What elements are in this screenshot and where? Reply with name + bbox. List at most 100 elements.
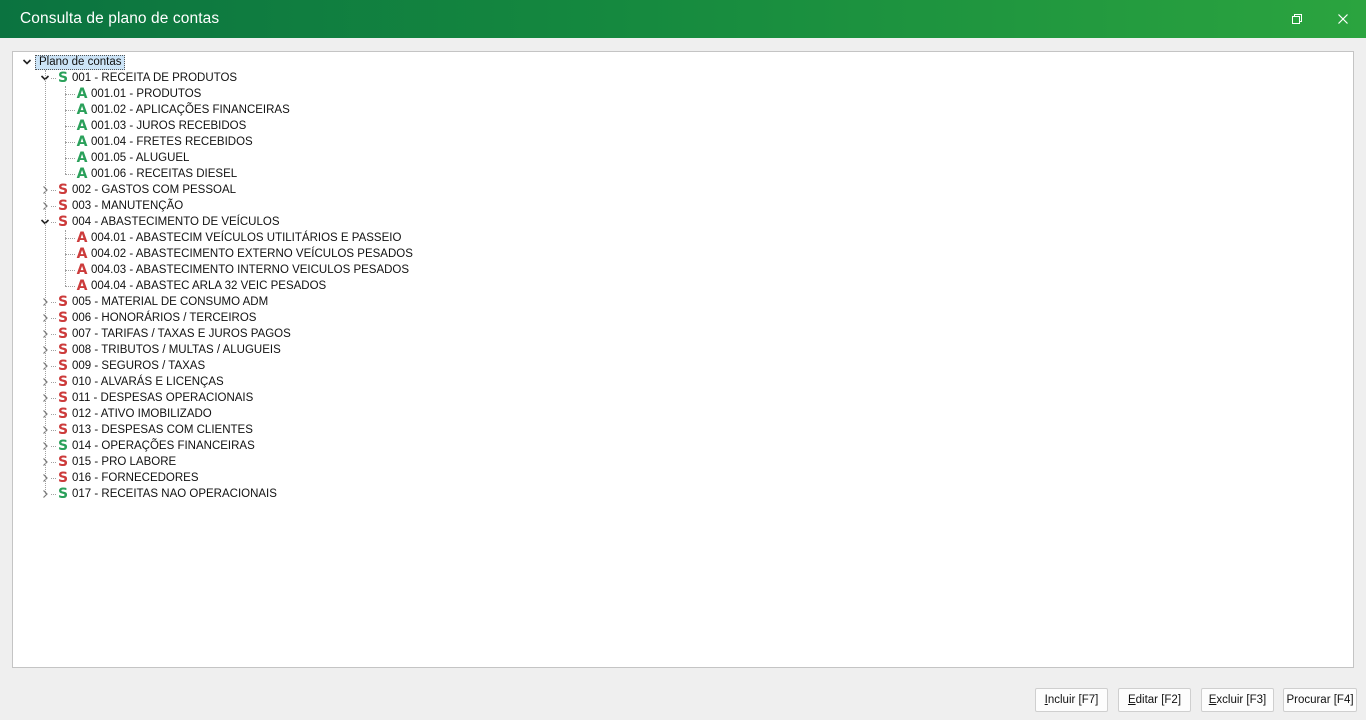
tree-group-item[interactable]: S 007 - TARIFAS / TAXAS E JUROS PAGOS xyxy=(13,326,613,342)
tree-connector xyxy=(51,478,56,479)
tree-group-label: 011 - DESPESAS OPERACIONAIS xyxy=(72,392,254,404)
tree-group-item[interactable]: S 006 - HONORÁRIOS / TERCEIROS xyxy=(13,310,613,326)
tree-child-content: A 004.04 - ABASTEC ARLA 32 VEIC PESADOS xyxy=(76,278,327,294)
tree-connector xyxy=(51,302,56,303)
tree-group-item[interactable]: S 017 - RECEITAS NAO OPERACIONAIS xyxy=(13,486,613,502)
tree-connector xyxy=(51,398,56,399)
tree-group-label: 007 - TARIFAS / TAXAS E JUROS PAGOS xyxy=(72,328,291,340)
tree-group-label: 014 - OPERAÇÕES FINANCEIRAS xyxy=(72,440,255,452)
tree-child-content: A 004.02 - ABASTECIMENTO EXTERNO VEÍCULOS… xyxy=(76,246,413,262)
close-icon xyxy=(1338,14,1348,24)
tree-group-label: 015 - PRO LABORE xyxy=(72,456,177,468)
tree-connector xyxy=(65,230,66,286)
tree-group-content: S 007 - TARIFAS / TAXAS E JUROS PAGOS xyxy=(57,326,291,342)
tree-group-content: S 017 - RECEITAS NAO OPERACIONAIS xyxy=(57,486,277,502)
procurar-label: Procurar [F4] xyxy=(1286,694,1354,706)
tree-group-content: S 006 - HONORÁRIOS / TERCEIROS xyxy=(57,310,257,326)
editar-mnemonic: E xyxy=(1127,694,1136,706)
tree-child-item[interactable]: A 004.01 - ABASTECIM VEÍCULOS UTILITÁRIOS… xyxy=(13,230,613,246)
procurar-button[interactable]: Procurar [F4] xyxy=(1283,688,1357,712)
tree-connector xyxy=(51,494,56,495)
tree-connector xyxy=(51,190,56,191)
tree-child-item[interactable]: A 001.06 - RECEITAS DIESEL xyxy=(13,166,613,182)
tree-connector xyxy=(51,382,56,383)
tree-group-item[interactable]: S 012 - ATIVO IMOBILIZADO xyxy=(13,406,613,422)
incluir-label: ncluir [F7] xyxy=(1047,694,1099,706)
tree-group-item[interactable]: S 009 - SEGUROS / TAXAS xyxy=(13,358,613,374)
tree-connector xyxy=(51,78,56,79)
editar-button[interactable]: Editar [F2] xyxy=(1118,688,1191,712)
window-title: Consulta de plano de contas xyxy=(20,10,220,27)
tree-connector xyxy=(51,222,56,223)
tree-connector xyxy=(51,318,56,319)
tree-group-item[interactable]: S 002 - GASTOS COM PESSOAL xyxy=(13,182,613,198)
analytic-account-icon: A xyxy=(76,118,88,134)
tree-connector xyxy=(65,158,75,159)
tree-group-item[interactable]: S 013 - DESPESAS COM CLIENTES xyxy=(13,422,613,438)
synthetic-account-icon: S xyxy=(57,358,69,374)
tree-child-item[interactable]: A 001.03 - JUROS RECEBIDOS xyxy=(13,118,613,134)
tree-child-item[interactable]: A 001.02 - APLICAÇÕES FINANCEIRAS xyxy=(13,102,613,118)
tree-root-label: Plano de contas xyxy=(35,55,126,70)
tree-group-item[interactable]: S 008 - TRIBUTOS / MULTAS / ALUGUEIS xyxy=(13,342,613,358)
synthetic-account-icon: S xyxy=(57,374,69,390)
synthetic-account-icon: S xyxy=(57,198,69,214)
analytic-account-icon: A xyxy=(76,278,88,294)
tree-connector xyxy=(51,350,56,351)
tree-group-content: S 013 - DESPESAS COM CLIENTES xyxy=(57,422,253,438)
tree-child-item[interactable]: A 001.01 - PRODUTOS xyxy=(13,86,613,102)
tree-child-label: 004.01 - ABASTECIM VEÍCULOS UTILITÁRIOS … xyxy=(91,232,402,244)
tree-group-label: 017 - RECEITAS NAO OPERACIONAIS xyxy=(72,488,277,500)
tree-connector xyxy=(65,86,66,174)
excluir-button[interactable]: Excluir [F3] xyxy=(1201,688,1274,712)
tree-group-label: 003 - MANUTENÇÃO xyxy=(72,200,184,212)
tree-group-content: S 016 - FORNECEDORES xyxy=(57,470,199,486)
tree-group-item[interactable]: S 015 - PRO LABORE xyxy=(13,454,613,470)
tree-group-label: 008 - TRIBUTOS / MULTAS / ALUGUEIS xyxy=(72,344,281,356)
analytic-account-icon: A xyxy=(76,134,88,150)
tree-child-item[interactable]: A 004.02 - ABASTECIMENTO EXTERNO VEÍCULOS… xyxy=(13,246,613,262)
excluir-label: xcluir [F3] xyxy=(1216,694,1267,706)
tree-group-item[interactable]: S 003 - MANUTENÇÃO xyxy=(13,198,613,214)
account-plan-tree[interactable]: Plano de contas S 001 - RECEITA DE PRODUTO… xyxy=(12,51,1354,668)
tree-connector xyxy=(65,270,75,271)
synthetic-account-icon: S xyxy=(57,406,69,422)
tree-child-item[interactable]: A 004.03 - ABASTECIMENTO INTERNO VEICULOS… xyxy=(13,262,613,278)
tree-group-content: S 009 - SEGUROS / TAXAS xyxy=(57,358,205,374)
tree-connector xyxy=(51,206,56,207)
restore-window-button[interactable] xyxy=(1274,0,1320,38)
tree-group-item[interactable]: S 011 - DESPESAS OPERACIONAIS xyxy=(13,390,613,406)
tree-group-content: S 005 - MATERIAL DE CONSUMO ADM xyxy=(57,294,268,310)
tree-child-item[interactable]: A 001.04 - FRETES RECEBIDOS xyxy=(13,134,613,150)
synthetic-account-icon: S xyxy=(57,454,69,470)
tree-group-item[interactable]: S 001 - RECEITA DE PRODUTOS xyxy=(13,70,613,86)
analytic-account-icon: A xyxy=(76,166,88,182)
tree-child-item[interactable]: A 004.04 - ABASTEC ARLA 32 VEIC PESADOS xyxy=(13,278,613,294)
tree-connector xyxy=(65,254,75,255)
tree-root[interactable]: Plano de contas xyxy=(13,54,213,70)
tree-group-item[interactable]: S 014 - OPERAÇÕES FINANCEIRAS xyxy=(13,438,613,454)
synthetic-account-icon: S xyxy=(57,422,69,438)
tree-group-label: 001 - RECEITA DE PRODUTOS xyxy=(72,72,238,84)
tree-child-content: A 001.01 - PRODUTOS xyxy=(76,86,202,102)
restore-icon xyxy=(1292,14,1302,24)
tree-group-item[interactable]: S 016 - FORNECEDORES xyxy=(13,470,613,486)
incluir-button[interactable]: Incluir [F7] xyxy=(1035,688,1108,712)
tree-child-label: 001.06 - RECEITAS DIESEL xyxy=(91,168,238,180)
tree-connector xyxy=(65,238,75,239)
tree-group-label: 002 - GASTOS COM PESSOAL xyxy=(72,184,237,196)
tree-child-label: 001.02 - APLICAÇÕES FINANCEIRAS xyxy=(91,104,290,116)
tree-connector xyxy=(65,110,75,111)
analytic-account-icon: A xyxy=(76,230,88,246)
tree-root-expander[interactable] xyxy=(21,56,33,68)
tree-group-item[interactable]: S 010 - ALVARÁS E LICENÇAS xyxy=(13,374,613,390)
tree-group-item[interactable]: S 005 - MATERIAL DE CONSUMO ADM xyxy=(13,294,613,310)
analytic-account-icon: A xyxy=(76,150,88,166)
tree-child-content: A 004.03 - ABASTECIMENTO INTERNO VEICULOS… xyxy=(76,262,409,278)
tree-group-item[interactable]: S 004 - ABASTECIMENTO DE VEÍCULOS xyxy=(13,214,613,230)
tree-connector xyxy=(45,70,46,494)
close-window-button[interactable] xyxy=(1320,0,1366,38)
tree-child-item[interactable]: A 001.05 - ALUGUEL xyxy=(13,150,613,166)
tree-connector xyxy=(51,446,56,447)
tree-connector xyxy=(51,462,56,463)
